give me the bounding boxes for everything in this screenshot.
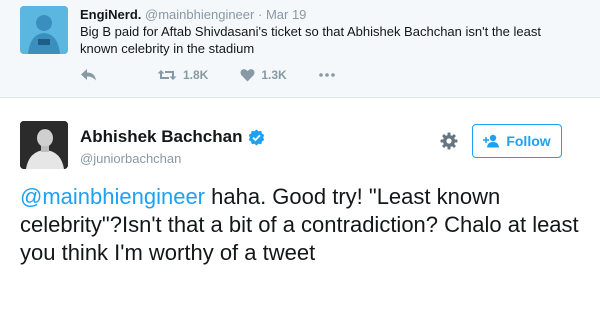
- retweet-button[interactable]: 1.8K: [157, 68, 208, 82]
- reply-button[interactable]: [80, 68, 97, 82]
- heart-icon: [240, 69, 255, 82]
- parent-avatar[interactable]: [20, 6, 68, 54]
- more-button[interactable]: [318, 72, 335, 78]
- parent-tweet-header: EngiNerd. @mainbhiengineer · Mar 19: [80, 7, 306, 22]
- parent-author-handle[interactable]: @mainbhiengineer: [145, 7, 254, 22]
- author-name-row: Abhishek Bachchan: [80, 127, 265, 147]
- author-handle[interactable]: @juniorbachchan: [80, 151, 181, 166]
- more-icon: [318, 73, 335, 77]
- like-count: 1.3K: [261, 68, 287, 82]
- author-name[interactable]: Abhishek Bachchan: [80, 127, 243, 147]
- retweet-count: 1.8K: [183, 68, 209, 82]
- parent-tweet-text: Big B paid for Aftab Shivdasani's ticket…: [80, 24, 541, 56]
- follow-button[interactable]: Follow: [472, 124, 562, 158]
- parent-tweet-time[interactable]: Mar 19: [266, 7, 306, 22]
- reply-icon: [81, 69, 96, 81]
- like-button[interactable]: 1.3K: [240, 68, 287, 82]
- add-user-icon: [483, 134, 500, 148]
- header-separator: ·: [257, 7, 263, 22]
- author-avatar[interactable]: [20, 121, 68, 169]
- parent-author-name[interactable]: EngiNerd.: [80, 7, 141, 22]
- retweet-icon: [157, 70, 177, 80]
- gear-icon[interactable]: [440, 132, 458, 150]
- parent-tweet-actions: 1.8K 1.3K: [80, 66, 335, 84]
- verified-badge-icon: [248, 129, 264, 145]
- follow-label: Follow: [506, 133, 551, 149]
- parent-tweet[interactable]: EngiNerd. @mainbhiengineer · Mar 19 Big …: [0, 0, 600, 98]
- mention-link[interactable]: @mainbhiengineer: [20, 184, 205, 209]
- tweet-text: @mainbhiengineer haha. Good try! "Least …: [20, 183, 580, 267]
